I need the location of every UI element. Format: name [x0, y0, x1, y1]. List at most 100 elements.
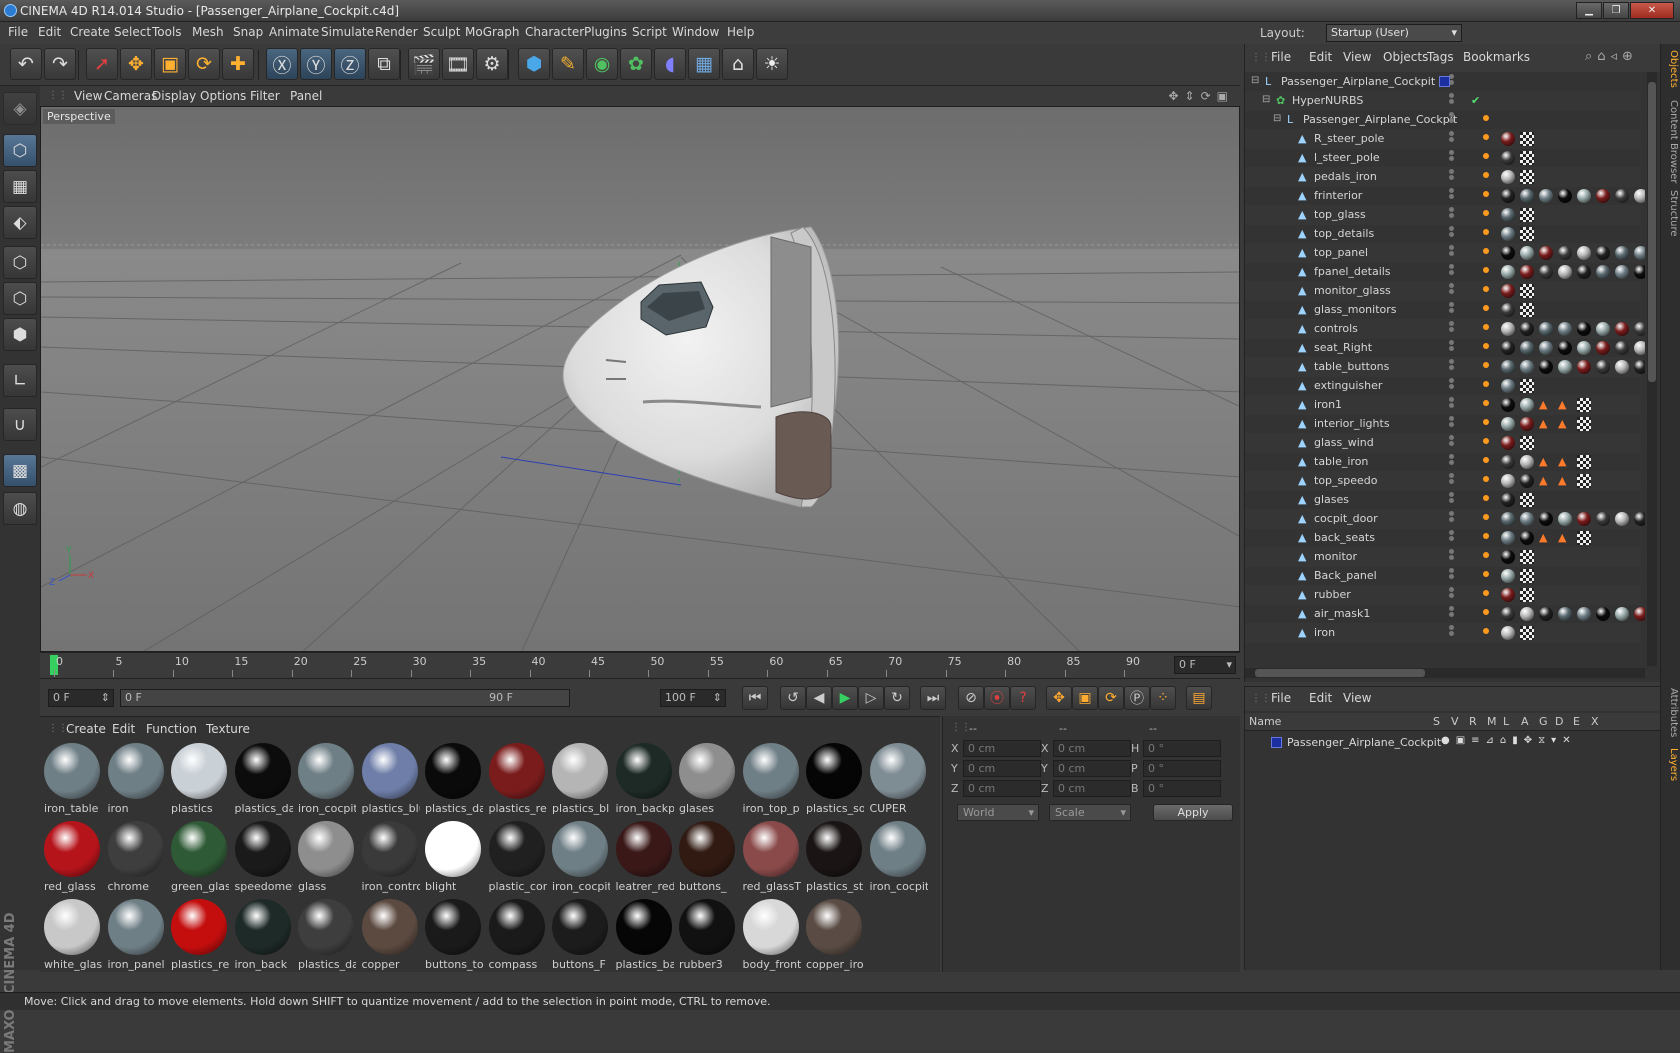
material-tag-icon[interactable] [1577, 189, 1591, 203]
texture-mode-icon[interactable]: ▦ [3, 170, 37, 203]
material-tag-icon[interactable] [1520, 189, 1534, 203]
material-tag-icon[interactable] [1501, 284, 1515, 298]
visibility-editor-dot[interactable] [1449, 213, 1454, 218]
material-swatch[interactable]: chrome [106, 819, 166, 895]
next-frame-icon[interactable]: ▷ [858, 686, 884, 710]
visibility-editor-dot[interactable] [1449, 441, 1454, 446]
visibility-editor-dot[interactable] [1449, 593, 1454, 598]
key-scale-icon[interactable]: ▣ [1072, 686, 1098, 710]
object-row[interactable]: ▲ glass_wind [1245, 433, 1641, 453]
material-tag-icon[interactable] [1501, 417, 1515, 431]
visibility-render-dot[interactable] [1449, 169, 1454, 174]
layer-color-swatch[interactable] [1439, 76, 1450, 87]
coord-x-field[interactable]: 0 cm [1053, 740, 1131, 757]
layer-flag-icons[interactable]: ●▣≡⊿⌂▮✥⧖▾✕ [1441, 735, 1577, 746]
texture-tag-icon[interactable] [1577, 417, 1591, 431]
apply-button[interactable]: Apply [1153, 804, 1233, 821]
material-tag-icon[interactable] [1520, 265, 1534, 279]
object-row[interactable]: ▲ glass_monitors [1245, 300, 1641, 320]
visibility-editor-dot[interactable] [1449, 631, 1454, 636]
material-tag-icon[interactable] [1520, 512, 1534, 526]
material-swatch[interactable]: iron_cocpit [550, 819, 610, 895]
material-tag-icon[interactable] [1539, 512, 1553, 526]
material-swatch[interactable]: plastics_da [233, 741, 293, 817]
material-tag-icon[interactable] [1501, 132, 1515, 146]
material-tag-icon[interactable] [1596, 189, 1610, 203]
visibility-editor-dot[interactable] [1449, 517, 1454, 522]
floor-icon[interactable]: ▦ [688, 48, 720, 80]
object-name[interactable]: Back_panel [1314, 569, 1377, 582]
menu-animate[interactable]: Animate [269, 25, 319, 39]
object-name[interactable]: Passenger_Airplane_Cockpit [1281, 75, 1435, 88]
material-tag-icon[interactable] [1501, 531, 1515, 545]
object-row[interactable]: ▲ Back_panel [1245, 566, 1641, 586]
visibility-editor-dot[interactable] [1449, 460, 1454, 465]
material-swatch[interactable]: red_glassT [741, 819, 801, 895]
edges-mode-icon[interactable]: ⬡ [3, 282, 37, 315]
menu-simulate[interactable]: Simulate [321, 25, 374, 39]
texture-tag-icon[interactable] [1520, 151, 1534, 165]
material-swatch[interactable]: compass [487, 897, 547, 973]
material-tag-icon[interactable] [1615, 322, 1629, 336]
cube-icon[interactable]: ⬢ [518, 48, 550, 80]
visibility-render-dot[interactable] [1449, 150, 1454, 155]
expand-toggle[interactable]: ⊟ [1273, 113, 1281, 124]
object-name[interactable]: rubber [1314, 588, 1351, 601]
object-name[interactable]: top_panel [1314, 246, 1368, 259]
material-tag-icon[interactable] [1501, 588, 1515, 602]
object-row[interactable]: ▲ glases [1245, 490, 1641, 510]
material-tag-icon[interactable] [1558, 265, 1572, 279]
render-settings-icon[interactable]: ⚙ [476, 48, 508, 80]
layer-column-l[interactable]: L [1503, 715, 1509, 728]
material-menu-create[interactable]: Create [66, 722, 106, 736]
material-tag-icon[interactable] [1577, 360, 1591, 374]
visibility-render-dot[interactable] [1449, 359, 1454, 364]
material-swatch[interactable]: copper_iro [804, 897, 864, 973]
selection-tag-icon[interactable]: ▲ [1539, 531, 1547, 544]
expand-toggle[interactable]: ⊟ [1262, 94, 1270, 105]
menu-create[interactable]: Create [70, 25, 110, 39]
menu-file[interactable]: File [8, 25, 28, 39]
visibility-editor-dot[interactable] [1449, 156, 1454, 161]
material-tag-icon[interactable] [1520, 246, 1534, 260]
material-swatch[interactable]: iron_top_p [741, 741, 801, 817]
visibility-render-dot[interactable] [1449, 93, 1454, 98]
material-swatch[interactable]: iron_panel [106, 897, 166, 973]
texture-tag-icon[interactable] [1520, 303, 1534, 317]
material-tag-icon[interactable] [1577, 512, 1591, 526]
layer-row[interactable]: Passenger_Airplane_Cockpit ●▣≡⊿⌂▮✥⧖▾✕ [1245, 733, 1661, 753]
material-swatch[interactable]: plastics_blu [550, 741, 610, 817]
visibility-render-dot[interactable] [1449, 131, 1454, 136]
material-tag-icon[interactable] [1596, 265, 1610, 279]
object-row[interactable]: ▲ table_buttons [1245, 357, 1645, 377]
visibility-render-dot[interactable] [1449, 587, 1454, 592]
visibility-editor-dot[interactable] [1449, 365, 1454, 370]
object-row[interactable]: ▲ monitor [1245, 547, 1641, 567]
object-scrollbar[interactable] [1647, 72, 1657, 666]
visibility-render-dot[interactable] [1449, 188, 1454, 193]
visibility-editor-dot[interactable] [1449, 289, 1454, 294]
material-swatch[interactable]: leatrer_red [614, 819, 674, 895]
selection-tag-icon[interactable]: ▲ [1558, 455, 1566, 468]
object-name[interactable]: interior_lights [1314, 417, 1390, 430]
visibility-render-dot[interactable] [1449, 473, 1454, 478]
object-name[interactable]: extinguisher [1314, 379, 1382, 392]
material-tag-icon[interactable] [1520, 531, 1534, 545]
workplane-mode-icon[interactable]: ⬖ [3, 206, 37, 239]
visibility-editor-dot[interactable] [1449, 555, 1454, 560]
object-name[interactable]: back_seats [1314, 531, 1375, 544]
visibility-render-dot[interactable] [1449, 321, 1454, 326]
material-tag-icon[interactable] [1520, 341, 1534, 355]
visibility-render-dot[interactable] [1449, 530, 1454, 535]
material-tag-icon[interactable] [1634, 607, 1645, 621]
goto-start-icon[interactable]: ⏮ [742, 686, 768, 710]
texture-tag-icon[interactable] [1520, 436, 1534, 450]
material-tag-icon[interactable] [1520, 474, 1534, 488]
material-tag-icon[interactable] [1501, 246, 1515, 260]
layer-column-name[interactable]: Name [1249, 715, 1281, 728]
material-swatch[interactable]: plastics_sof [804, 741, 864, 817]
coord-mode-select[interactable]: World ▾ [957, 804, 1039, 821]
object-row[interactable]: ▲ iron [1245, 623, 1641, 643]
material-tag-icon[interactable] [1577, 246, 1591, 260]
layer-column-g[interactable]: G [1539, 715, 1548, 728]
